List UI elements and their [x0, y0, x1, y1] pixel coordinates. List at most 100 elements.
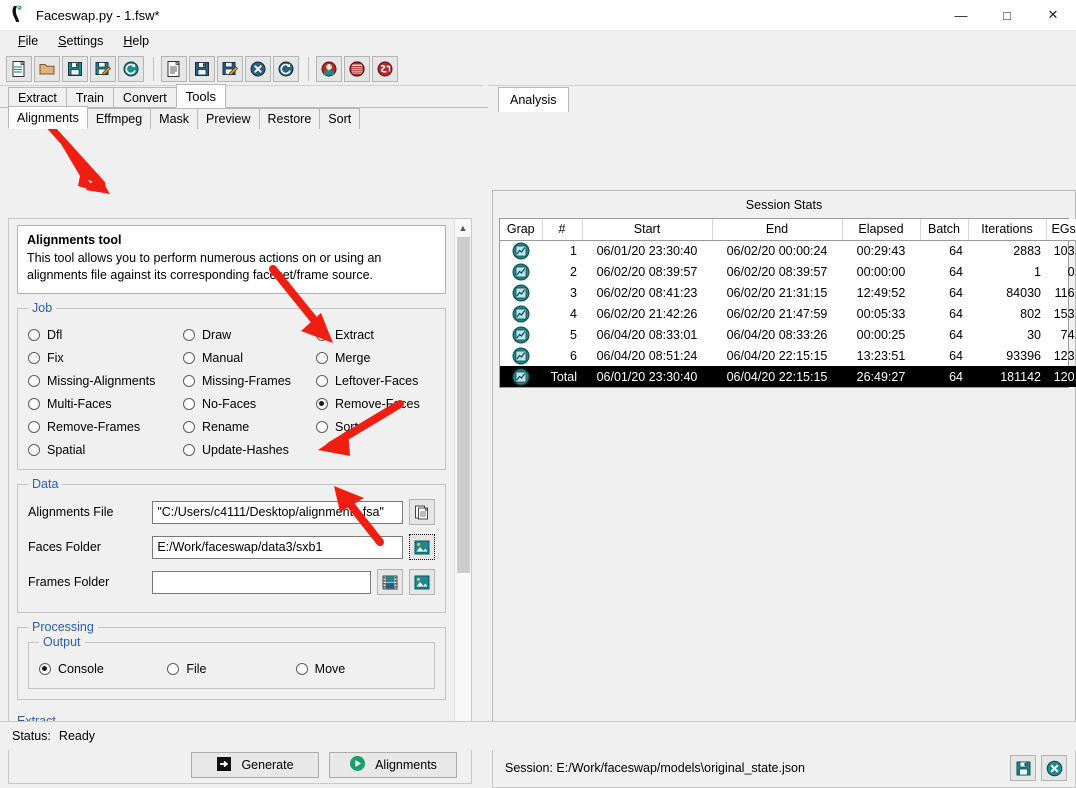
- job-option-label: Fix: [47, 350, 64, 365]
- table-row[interactable]: 2 06/02/20 08:39:57 06/02/20 08:39:57 00…: [500, 261, 1076, 282]
- scroll-up-arrow-icon[interactable]: ▲: [455, 219, 471, 236]
- options-vertical-scrollbar[interactable]: ▲ ▼: [454, 219, 471, 741]
- save-as-task-icon[interactable]: [217, 55, 243, 82]
- row-graph-button[interactable]: [500, 324, 542, 345]
- scrollbar-thumb[interactable]: [457, 237, 470, 573]
- radio-dot-icon: [28, 328, 40, 341]
- browse-file-icon[interactable]: [409, 499, 435, 525]
- clear-task-icon[interactable]: [245, 55, 271, 82]
- graph-icon[interactable]: [505, 347, 537, 365]
- job-option-extract[interactable]: Extract: [316, 323, 435, 346]
- job-option-label: Manual: [202, 350, 243, 365]
- run-alignments-icon: [349, 755, 366, 775]
- menu-help[interactable]: Help: [113, 32, 159, 50]
- job-option-missing-alignments[interactable]: Missing-Alignments: [28, 369, 183, 392]
- graph-icon[interactable]: [505, 242, 537, 260]
- menu-file[interactable]: File: [8, 32, 48, 50]
- job-option-label: Remove-Faces: [335, 396, 420, 411]
- col-elapsed[interactable]: Elapsed: [842, 219, 921, 241]
- tab-extract[interactable]: Extract: [8, 87, 67, 108]
- save-task-icon[interactable]: [189, 55, 215, 82]
- table-row[interactable]: 4 06/02/20 21:42:26 06/02/20 21:47:59 00…: [500, 303, 1076, 324]
- graph-icon[interactable]: [505, 284, 537, 302]
- subtab-mask[interactable]: Mask: [150, 108, 199, 129]
- job-option-fix[interactable]: Fix: [28, 346, 183, 369]
- frames-folder-input[interactable]: [152, 570, 371, 594]
- save-as-project-icon[interactable]: [90, 55, 116, 82]
- generate-button[interactable]: Generate: [191, 752, 319, 778]
- faces-folder-input[interactable]: E:/Work/faceswap/data3/sxb1: [152, 535, 403, 559]
- save-project-icon[interactable]: [62, 55, 88, 82]
- browse-images-icon[interactable]: [409, 569, 435, 595]
- row-graph-button[interactable]: [500, 261, 542, 282]
- graph-icon[interactable]: [505, 263, 537, 281]
- job-option-dfl[interactable]: Dfl: [28, 323, 183, 346]
- new-project-icon[interactable]: [6, 55, 32, 82]
- maximize-button[interactable]: □: [984, 0, 1030, 30]
- job-option-manual[interactable]: Manual: [183, 346, 316, 369]
- open-folder-icon[interactable]: [34, 55, 60, 82]
- new-task-icon[interactable]: [161, 55, 187, 82]
- row-graph-button[interactable]: [500, 366, 542, 387]
- job-option-draw[interactable]: Draw: [183, 323, 316, 346]
- subtab-effmpeg[interactable]: Effmpeg: [86, 108, 152, 129]
- table-row[interactable]: 6 06/04/20 08:51:24 06/04/20 22:15:15 13…: [500, 345, 1076, 366]
- menu-settings[interactable]: Settings: [48, 32, 113, 50]
- job-option-remove-faces[interactable]: Remove-Faces: [316, 392, 435, 415]
- row-graph-button[interactable]: [500, 345, 542, 366]
- subtab-preview[interactable]: Preview: [197, 108, 260, 129]
- save-session-icon[interactable]: [1010, 755, 1036, 781]
- tab-train[interactable]: Train: [65, 87, 114, 108]
- graph-icon[interactable]: [505, 305, 537, 323]
- graph-icon[interactable]: [505, 368, 537, 386]
- alignments-run-button[interactable]: Alignments: [329, 752, 457, 778]
- job-option-spatial[interactable]: Spatial: [28, 438, 183, 461]
- reload-task-icon[interactable]: [273, 55, 299, 82]
- browse-images-icon[interactable]: [409, 534, 435, 560]
- job-option-multi-faces[interactable]: Multi-Faces: [28, 392, 183, 415]
- row-graph-button[interactable]: [500, 303, 542, 324]
- alignments-file-input[interactable]: "C:/Users/c4111/Desktop/alignments.fsa": [152, 500, 403, 524]
- table-row[interactable]: 5 06/04/20 08:33:01 06/04/20 08:33:26 00…: [500, 324, 1076, 345]
- output-option-label: Move: [314, 661, 346, 676]
- minimize-button[interactable]: —: [938, 0, 984, 30]
- tab-tools[interactable]: Tools: [175, 84, 227, 108]
- job-option-sort[interactable]: Sort: [316, 415, 435, 438]
- dataset-icon[interactable]: [344, 55, 370, 82]
- output-option-console[interactable]: Console: [39, 657, 167, 680]
- col-iterations[interactable]: Iterations: [968, 219, 1047, 241]
- col-egs[interactable]: EGs/s: [1046, 219, 1076, 241]
- browse-video-icon[interactable]: [377, 569, 403, 595]
- close-button[interactable]: ✕: [1030, 0, 1076, 30]
- col-number[interactable]: #: [542, 219, 583, 241]
- graph-icon[interactable]: [505, 326, 537, 344]
- job-option-merge[interactable]: Merge: [316, 346, 435, 369]
- output-option-move[interactable]: Move: [295, 657, 424, 680]
- tab-convert[interactable]: Convert: [112, 87, 177, 108]
- table-row-total[interactable]: Total 06/01/20 23:30:40 06/04/20 22:15:1…: [500, 366, 1076, 387]
- row-graph-button[interactable]: [500, 282, 542, 303]
- col-end[interactable]: End: [712, 219, 843, 241]
- col-batch[interactable]: Batch: [920, 219, 969, 241]
- reload-project-icon[interactable]: [118, 55, 144, 82]
- job-option-missing-frames[interactable]: Missing-Frames: [183, 369, 316, 392]
- job-option-update-hashes[interactable]: Update-Hashes: [183, 438, 316, 461]
- row-graph-button[interactable]: [500, 240, 542, 261]
- col-start[interactable]: Start: [582, 219, 713, 241]
- table-row[interactable]: 3 06/02/20 08:41:23 06/02/20 21:31:15 12…: [500, 282, 1076, 303]
- extract-person-icon[interactable]: [316, 55, 342, 82]
- swap-faces-icon[interactable]: [372, 55, 398, 82]
- clear-session-icon[interactable]: [1041, 755, 1067, 781]
- job-option-remove-frames[interactable]: Remove-Frames: [28, 415, 183, 438]
- subtab-restore[interactable]: Restore: [258, 108, 321, 129]
- job-option-leftover-faces[interactable]: Leftover-Faces: [316, 369, 435, 392]
- output-option-file[interactable]: File: [167, 657, 295, 680]
- col-graphs[interactable]: Grap: [500, 219, 543, 241]
- row-start: 06/04/20 08:51:24: [596, 348, 698, 363]
- job-option-rename[interactable]: Rename: [183, 415, 316, 438]
- subtab-alignments[interactable]: Alignments: [8, 106, 88, 129]
- table-row[interactable]: 1 06/01/20 23:30:40 06/02/20 00:00:24 00…: [500, 240, 1076, 261]
- tab-analysis[interactable]: Analysis: [498, 87, 569, 112]
- job-option-no-faces[interactable]: No-Faces: [183, 392, 316, 415]
- subtab-sort[interactable]: Sort: [319, 108, 361, 129]
